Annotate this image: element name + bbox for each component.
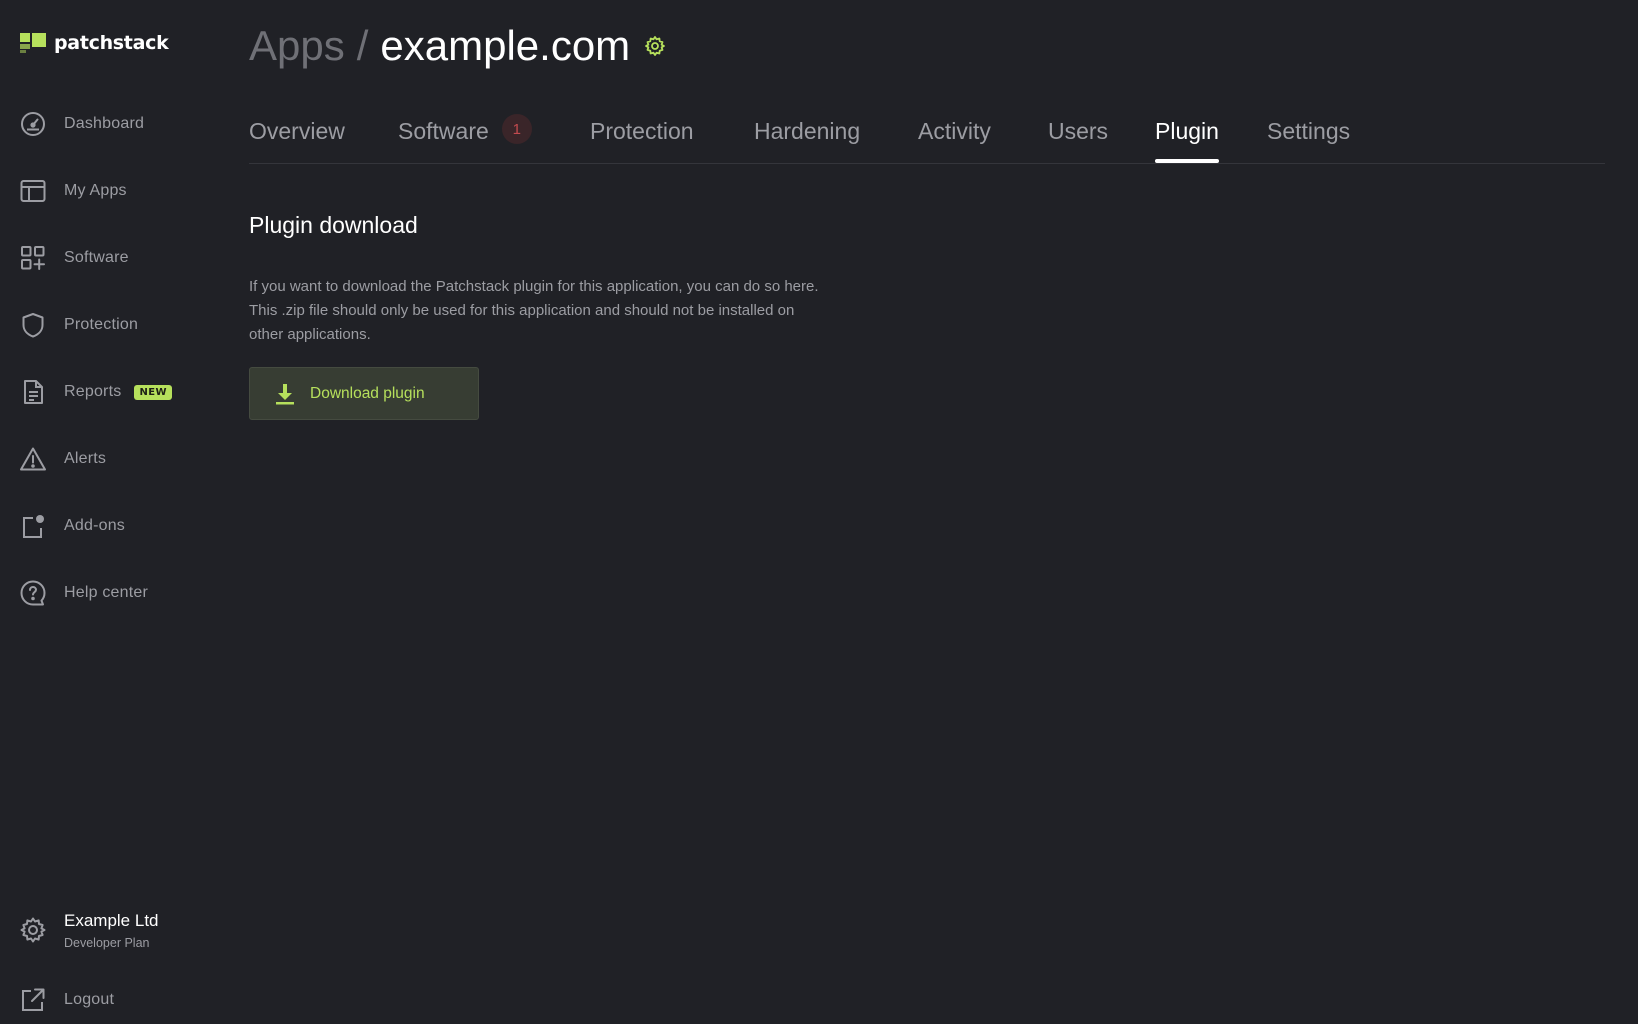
patchstack-logo-icon [20,33,46,53]
dashboard-gauge-icon [19,110,47,138]
tab-activity[interactable]: Activity [918,118,991,164]
description-line: other applications. [249,326,371,343]
section-title: Plugin download [249,212,418,238]
new-badge: NEW [134,384,172,400]
tab-label: Settings [1267,118,1351,144]
download-plugin-button[interactable]: Download plugin [249,367,479,420]
tab-protection[interactable]: Protection [590,118,694,164]
tab-label: Protection [590,118,694,144]
sidebar-item-alerts[interactable]: Alerts [19,442,219,476]
logout-button[interactable]: Logout [19,983,219,1017]
brand-logo[interactable]: patchstack [20,30,169,56]
gear-icon [19,916,47,944]
tab-label: Users [1048,118,1109,144]
gear-icon[interactable] [644,35,666,57]
sidebar-item-label: Protection [64,316,139,333]
tab-label: Software [398,118,489,144]
tab-users[interactable]: Users [1048,118,1108,164]
layout-icon [19,177,47,205]
help-circle-icon [19,579,47,607]
download-icon [276,383,294,404]
sidebar-item-label: Dashboard [64,115,145,132]
sidebar-item-reports[interactable]: Reports NEW [19,375,219,409]
addon-icon [19,512,47,540]
software-count-badge: 1 [501,114,532,144]
tab-plugin[interactable]: Plugin [1155,118,1219,164]
sidebar-item-dashboard[interactable]: Dashboard [19,107,219,141]
account-menu[interactable]: Example Ltd Developer Plan [19,906,219,954]
sidebar: patchstack Dashboard My Apps Software Pr… [0,0,228,1024]
breadcrumb-apps-link[interactable]: Apps [249,22,345,70]
sidebar-item-label: Reports [64,383,122,400]
download-plugin-label: Download plugin [310,384,425,402]
external-link-icon [19,986,47,1014]
plugin-description: If you want to download the Patchstack p… [249,275,929,347]
sidebar-item-label: Alerts [64,450,107,467]
shield-icon [19,311,47,339]
sidebar-item-help-center[interactable]: Help center [19,576,219,610]
sidebar-item-my-apps[interactable]: My Apps [19,174,219,208]
tab-label: Plugin [1155,118,1219,144]
tab-overview[interactable]: Overview [249,118,345,164]
tab-software[interactable]: Software 1 [398,114,532,164]
description-line: This .zip file should only be used for t… [249,302,795,319]
sidebar-item-label: Software [64,249,129,266]
main-content: Apps / example.com Overview Software 1 P… [249,0,1609,1024]
tab-label: Overview [249,118,345,144]
brand-name: patchstack [54,32,169,54]
sidebar-item-protection[interactable]: Protection [19,308,219,342]
sidebar-item-label: My Apps [64,182,127,199]
tab-bar: Overview Software 1 Protection Hardening… [249,112,1605,164]
sidebar-item-software[interactable]: Software [19,241,219,275]
logout-label: Logout [64,991,115,1008]
account-name: Example Ltd [64,910,159,930]
tab-settings[interactable]: Settings [1267,118,1350,164]
document-icon [19,378,47,406]
sidebar-item-label: Help center [64,584,149,601]
tab-label: Activity [918,118,991,144]
breadcrumb: Apps / example.com [249,18,666,74]
sidebar-item-add-ons[interactable]: Add-ons [19,509,219,543]
sidebar-item-label: Add-ons [64,517,125,534]
breadcrumb-separator: / [356,22,369,69]
description-line: If you want to download the Patchstack p… [249,278,819,295]
tab-label: Hardening [754,118,861,144]
account-plan: Developer Plan [64,935,150,950]
apps-grid-plus-icon [19,244,47,272]
tab-hardening[interactable]: Hardening [754,118,860,164]
warning-triangle-icon [19,445,47,473]
page-title: example.com [380,22,631,69]
